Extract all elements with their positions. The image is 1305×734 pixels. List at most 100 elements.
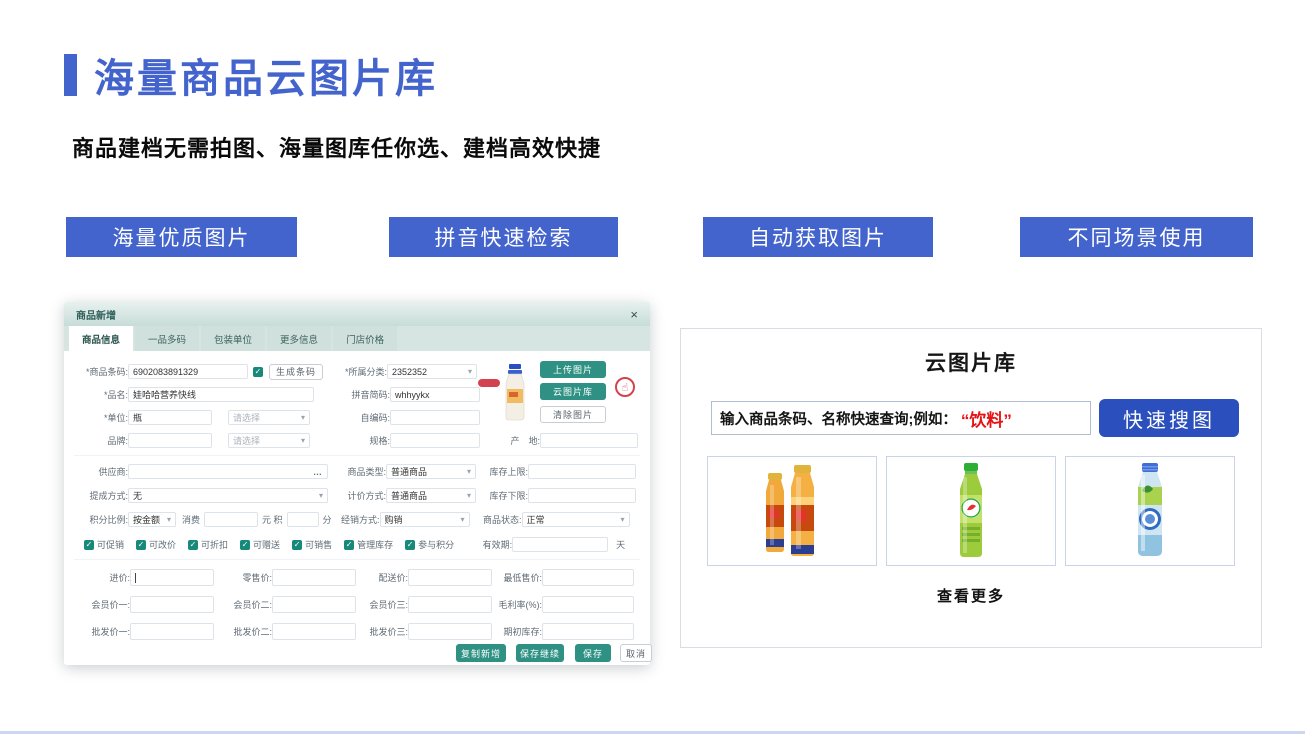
points-value-input[interactable] bbox=[287, 512, 319, 527]
checkbox-label: 管理库存 bbox=[357, 538, 393, 551]
red-dash-marker bbox=[478, 379, 500, 387]
pinyin-input[interactable]: whhyykx bbox=[390, 387, 480, 402]
pricing-method-select[interactable]: 普通商品▾ bbox=[386, 488, 476, 503]
retail-price-input[interactable] bbox=[272, 569, 356, 586]
distribution-select[interactable]: 购销▾ bbox=[380, 512, 470, 527]
status-value: 正常 bbox=[527, 513, 545, 526]
view-more-link[interactable]: 查看更多 bbox=[681, 585, 1261, 606]
tab-more-info[interactable]: 更多信息 bbox=[267, 326, 331, 351]
product-type-select[interactable]: 普通商品 ▾ bbox=[386, 464, 476, 479]
product-new-dialog: 商品新增 × 商品信息 一品多码 包装单位 更多信息 门店价格 *商品条码: 6… bbox=[64, 302, 650, 665]
brand-select[interactable]: 请选择▾ bbox=[228, 433, 310, 448]
checkbox-price-changeable[interactable]: ✓可改价 bbox=[136, 538, 176, 551]
image-result-green-tea[interactable] bbox=[886, 456, 1056, 566]
generate-barcode-button[interactable]: 生成条码 bbox=[269, 364, 323, 380]
points-mode-select[interactable]: 按金额 ▾ bbox=[128, 512, 176, 527]
category-select[interactable]: 2352352 ▾ bbox=[387, 364, 477, 379]
chevron-down-icon: ▾ bbox=[301, 413, 305, 422]
origin-input[interactable] bbox=[540, 433, 638, 448]
brand-input[interactable] bbox=[128, 433, 212, 448]
tab-multi-barcode[interactable]: 一品多码 bbox=[135, 326, 199, 351]
more-dots-icon[interactable]: … bbox=[313, 467, 323, 477]
checkbox-giftable[interactable]: ✓可赠送 bbox=[240, 538, 280, 551]
commission-label: 提成方式: bbox=[66, 489, 128, 502]
checkbox-discountable[interactable]: ✓可折扣 bbox=[188, 538, 228, 551]
validity-input[interactable] bbox=[512, 537, 608, 552]
stock-upper-input[interactable] bbox=[528, 464, 636, 479]
category-value: 2352352 bbox=[392, 367, 427, 377]
cloud-library-button[interactable]: 云图片库 bbox=[540, 383, 606, 400]
product-type-label: 商品类型: bbox=[328, 465, 386, 478]
commission-select[interactable]: 无▾ bbox=[128, 488, 328, 503]
member-price2-input[interactable] bbox=[272, 596, 356, 613]
cloud-panel-title: 云图片库 bbox=[681, 347, 1261, 377]
validity-label: 有效期: bbox=[454, 538, 512, 551]
delivery-price-input[interactable] bbox=[408, 569, 492, 586]
quick-search-button[interactable]: 快速搜图 bbox=[1099, 399, 1239, 437]
initial-stock-input[interactable] bbox=[542, 623, 634, 640]
checkbox-manage-stock[interactable]: ✓管理库存 bbox=[344, 538, 393, 551]
supplier-input[interactable]: … bbox=[128, 464, 328, 479]
points-amount-input[interactable] bbox=[204, 512, 258, 527]
image-result-sports-drink[interactable] bbox=[1065, 456, 1235, 566]
chevron-down-icon: ▾ bbox=[468, 367, 472, 376]
wholesale-price1-input[interactable] bbox=[130, 623, 214, 640]
name-label: *品名: bbox=[66, 388, 128, 401]
min-price-label: 最低售价: bbox=[492, 571, 542, 584]
min-price-input[interactable] bbox=[542, 569, 634, 586]
feature-badge-multi-scene: 不同场景使用 bbox=[1020, 217, 1253, 257]
checkbox-promotable[interactable]: ✓可促销 bbox=[84, 538, 124, 551]
unit-input[interactable]: 瓶 bbox=[128, 410, 212, 425]
points-mode-value: 按金额 bbox=[133, 513, 160, 526]
checkbox-label: 参与积分 bbox=[418, 538, 454, 551]
checkbox-label: 可改价 bbox=[149, 538, 176, 551]
unit-select-placeholder: 请选择 bbox=[233, 411, 260, 424]
checkbox-earn-points[interactable]: ✓参与积分 bbox=[405, 538, 454, 551]
chevron-down-icon: ▾ bbox=[167, 515, 171, 524]
status-select[interactable]: 正常 ▾ bbox=[522, 512, 630, 527]
section-divider bbox=[74, 559, 640, 560]
wholesale-price2-input[interactable] bbox=[272, 623, 356, 640]
wholesale-price3-label: 批发价三: bbox=[356, 625, 408, 638]
member-price3-input[interactable] bbox=[408, 596, 492, 613]
search-input-highlight: “饮料” bbox=[961, 406, 1012, 431]
dialog-title: 商品新增 bbox=[76, 307, 116, 322]
chevron-down-icon: ▾ bbox=[467, 467, 471, 476]
delivery-price-label: 配送价: bbox=[356, 571, 408, 584]
unit-select[interactable]: 请选择 ▾ bbox=[228, 410, 310, 425]
close-icon[interactable]: × bbox=[630, 308, 638, 321]
unit-label: *单位: bbox=[66, 411, 128, 424]
distribution-value: 购销 bbox=[385, 513, 403, 526]
stock-lower-input[interactable] bbox=[528, 488, 636, 503]
back-bottle bbox=[766, 473, 784, 552]
product-type-value: 普通商品 bbox=[391, 465, 427, 478]
clear-image-button[interactable]: 清除图片 bbox=[540, 406, 606, 423]
name-input[interactable]: 娃哈哈营养快线 bbox=[128, 387, 314, 402]
barcode-input[interactable]: 6902083891329 bbox=[128, 364, 248, 379]
image-result-amber-tea[interactable] bbox=[707, 456, 877, 566]
purchase-price-input[interactable] bbox=[130, 569, 214, 586]
brand-select-placeholder: 请选择 bbox=[233, 434, 260, 447]
barcode-checkbox[interactable]: ✓ bbox=[253, 367, 263, 377]
tab-package-unit[interactable]: 包装单位 bbox=[201, 326, 265, 351]
gross-margin-input[interactable] bbox=[542, 596, 634, 613]
save-button[interactable]: 保存 bbox=[575, 644, 611, 662]
save-continue-button[interactable]: 保存继续 bbox=[516, 644, 564, 662]
member-price1-label: 会员价一: bbox=[66, 598, 130, 611]
chevron-down-icon: ▾ bbox=[621, 515, 625, 524]
cancel-button[interactable]: 取消 bbox=[620, 644, 652, 662]
spec-input[interactable] bbox=[390, 433, 480, 448]
points-prefix-label: 消费 bbox=[182, 513, 200, 526]
checkbox-sellable[interactable]: ✓可销售 bbox=[292, 538, 332, 551]
search-input-text: 输入商品条码、名称快速查询;例如： bbox=[720, 408, 957, 429]
selfcode-input[interactable] bbox=[390, 410, 480, 425]
copy-new-button[interactable]: 复制新增 bbox=[456, 644, 506, 662]
search-input[interactable]: 输入商品条码、名称快速查询;例如： “饮料” bbox=[711, 401, 1091, 435]
wholesale-price3-input[interactable] bbox=[408, 623, 492, 640]
tab-store-price[interactable]: 门店价格 bbox=[333, 326, 397, 351]
slide-canvas: 海量商品云图片库 商品建档无需拍图、海量图库任你选、建档高效快捷 海量优质图片 … bbox=[0, 0, 1305, 734]
upload-image-button[interactable]: 上传图片 bbox=[540, 361, 606, 378]
brand-label: 品牌: bbox=[66, 434, 128, 447]
tab-product-info[interactable]: 商品信息 bbox=[69, 326, 133, 351]
member-price1-input[interactable] bbox=[130, 596, 214, 613]
